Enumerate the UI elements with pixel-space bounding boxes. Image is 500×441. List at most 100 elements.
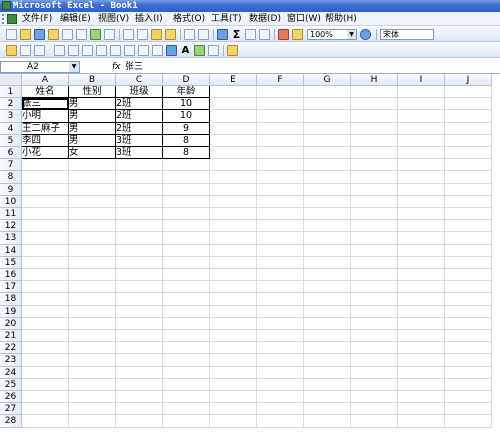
- row-header-4[interactable]: 4: [0, 122, 22, 135]
- row-header-3[interactable]: 3: [0, 110, 22, 123]
- cell-h14[interactable]: [351, 244, 398, 257]
- help-icon[interactable]: [360, 29, 371, 40]
- cell-f18[interactable]: [257, 293, 304, 306]
- cell-e22[interactable]: [210, 342, 257, 355]
- cell-g6[interactable]: [304, 147, 351, 160]
- cell-f26[interactable]: [257, 391, 304, 404]
- cell-d8[interactable]: [163, 171, 210, 184]
- cell-g24[interactable]: [304, 366, 351, 379]
- cell-g21[interactable]: [304, 330, 351, 343]
- cell-h6[interactable]: [351, 147, 398, 160]
- cell-b9[interactable]: [69, 183, 116, 196]
- cell-e16[interactable]: [210, 269, 257, 282]
- cell-c15[interactable]: [116, 256, 163, 269]
- cell-h18[interactable]: [351, 293, 398, 306]
- cell-e26[interactable]: [210, 391, 257, 404]
- cell-d26[interactable]: [163, 391, 210, 404]
- cell-g15[interactable]: [304, 256, 351, 269]
- cell-f14[interactable]: [257, 244, 304, 257]
- cell-d19[interactable]: [163, 305, 210, 318]
- cell-g4[interactable]: [304, 122, 351, 135]
- cell-a26[interactable]: [22, 391, 69, 404]
- cell-a28[interactable]: [22, 415, 69, 428]
- cell-f12[interactable]: [257, 220, 304, 233]
- undo-icon[interactable]: [184, 29, 195, 40]
- cell-g28[interactable]: [304, 415, 351, 428]
- sort-descending-icon[interactable]: [259, 29, 270, 40]
- cell-h23[interactable]: [351, 354, 398, 367]
- cell-a14[interactable]: [22, 244, 69, 257]
- cell-d1[interactable]: 年龄: [163, 86, 210, 99]
- menu-file[interactable]: 文件(F): [22, 12, 52, 26]
- column-header-d[interactable]: D: [163, 74, 210, 86]
- cell-j16[interactable]: [445, 269, 492, 282]
- cell-b28[interactable]: [69, 415, 116, 428]
- cell-f22[interactable]: [257, 342, 304, 355]
- cell-c16[interactable]: [116, 269, 163, 282]
- cell-f8[interactable]: [257, 171, 304, 184]
- cell-i19[interactable]: [398, 305, 445, 318]
- cell-e4[interactable]: [210, 122, 257, 135]
- row-header-22[interactable]: 22: [0, 342, 22, 355]
- cell-g17[interactable]: [304, 281, 351, 294]
- cell-c19[interactable]: [116, 305, 163, 318]
- cut-icon[interactable]: [123, 29, 134, 40]
- row-header-25[interactable]: 25: [0, 378, 22, 391]
- row-header-21[interactable]: 21: [0, 330, 22, 343]
- cell-d23[interactable]: [163, 354, 210, 367]
- cell-e7[interactable]: [210, 159, 257, 172]
- cell-d3[interactable]: 10: [163, 110, 210, 123]
- cell-g14[interactable]: [304, 244, 351, 257]
- cell-g19[interactable]: [304, 305, 351, 318]
- cell-h11[interactable]: [351, 208, 398, 221]
- cell-g16[interactable]: [304, 269, 351, 282]
- cell-d22[interactable]: [163, 342, 210, 355]
- cell-a7[interactable]: [22, 159, 69, 172]
- research-icon[interactable]: [104, 29, 115, 40]
- row-header-15[interactable]: 15: [0, 256, 22, 269]
- text-box-icon[interactable]: A: [180, 45, 191, 56]
- cell-i23[interactable]: [398, 354, 445, 367]
- cell-b17[interactable]: [69, 281, 116, 294]
- cell-h4[interactable]: [351, 122, 398, 135]
- cell-f13[interactable]: [257, 232, 304, 245]
- column-header-c[interactable]: C: [116, 74, 163, 86]
- cell-j18[interactable]: [445, 293, 492, 306]
- cell-a8[interactable]: [22, 171, 69, 184]
- cell-d7[interactable]: [163, 159, 210, 172]
- cell-g13[interactable]: [304, 232, 351, 245]
- row-header-14[interactable]: 14: [0, 244, 22, 257]
- cell-a19[interactable]: [22, 305, 69, 318]
- cell-d11[interactable]: [163, 208, 210, 221]
- cell-c7[interactable]: [116, 159, 163, 172]
- cell-a25[interactable]: [22, 378, 69, 391]
- cell-h10[interactable]: [351, 195, 398, 208]
- column-header-b[interactable]: B: [69, 74, 116, 86]
- toggle-grid-icon[interactable]: [208, 45, 219, 56]
- cell-j23[interactable]: [445, 354, 492, 367]
- cell-a2[interactable]: 张三: [22, 98, 69, 111]
- cell-b14[interactable]: [69, 244, 116, 257]
- cell-b20[interactable]: [69, 317, 116, 330]
- cell-c23[interactable]: [116, 354, 163, 367]
- row-header-20[interactable]: 20: [0, 317, 22, 330]
- cell-a9[interactable]: [22, 183, 69, 196]
- cell-j28[interactable]: [445, 415, 492, 428]
- cell-c1[interactable]: 班级: [116, 86, 163, 99]
- cell-f6[interactable]: [257, 147, 304, 160]
- cell-e3[interactable]: [210, 110, 257, 123]
- cell-i2[interactable]: [398, 98, 445, 111]
- checkbox-icon[interactable]: [54, 45, 65, 56]
- column-header-j[interactable]: J: [445, 74, 492, 86]
- cell-h19[interactable]: [351, 305, 398, 318]
- chevron-down-icon[interactable]: ▼: [69, 62, 79, 72]
- cell-a3[interactable]: 小明: [22, 110, 69, 123]
- cell-i20[interactable]: [398, 317, 445, 330]
- cell-a15[interactable]: [22, 256, 69, 269]
- cell-d17[interactable]: [163, 281, 210, 294]
- menu-view[interactable]: 视图(V): [98, 12, 129, 26]
- cell-g7[interactable]: [304, 159, 351, 172]
- cell-j19[interactable]: [445, 305, 492, 318]
- cell-b19[interactable]: [69, 305, 116, 318]
- column-header-g[interactable]: G: [304, 74, 351, 86]
